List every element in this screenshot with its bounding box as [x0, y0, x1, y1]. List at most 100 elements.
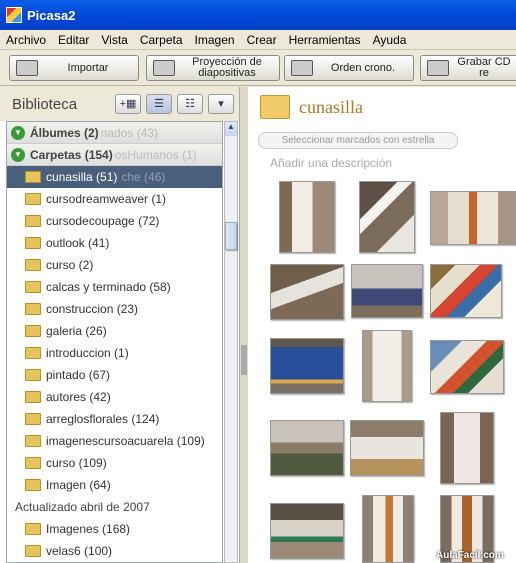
photo-thumbnail[interactable] [270, 503, 344, 559]
photo-thumbnail[interactable] [430, 264, 502, 318]
splitter-grip[interactable] [241, 345, 247, 375]
picasa-icon [6, 7, 22, 23]
photo-thumbnail[interactable] [350, 420, 424, 476]
expand-albums-icon[interactable]: ▼ [11, 125, 25, 140]
folder-item[interactable]: construccion (23) [7, 298, 222, 320]
timeline-icon [291, 60, 313, 76]
folder-icon [25, 193, 41, 205]
folder-item[interactable]: Imagenes (168) [7, 518, 222, 540]
folder-icon [25, 215, 41, 227]
photo-thumbnail[interactable] [279, 181, 335, 253]
folder-icon [25, 435, 41, 447]
folder-item[interactable]: outlook (41) [7, 232, 222, 254]
scrollbar-thumb[interactable] [225, 222, 237, 250]
folders-ghost-text: osHumanos (1) [114, 147, 197, 162]
album-panel: cunasilla Seleccionar marcados con estre… [248, 87, 516, 563]
folder-item[interactable]: imagenescursoacuarela (109) [7, 430, 222, 452]
folder-label: velas6 (100) [46, 544, 113, 558]
photo-thumbnail[interactable] [351, 264, 423, 318]
folders-group[interactable]: ▼ Carpetas (154) osHumanos (1) [7, 144, 222, 166]
tree-view-button[interactable]: ☷ [177, 94, 203, 114]
folder-item[interactable]: pintado (67) [7, 364, 222, 386]
expand-folders-icon[interactable]: ▼ [11, 147, 25, 162]
album-header: cunasilla [260, 95, 363, 119]
photo-thumbnail[interactable] [430, 191, 516, 245]
folder-item[interactable]: autores (42) [7, 386, 222, 408]
window-title: Picasa2 [27, 7, 76, 23]
camera-icon [16, 60, 38, 76]
folder-label: cursodreamweaver (1) [46, 192, 167, 206]
menu-bar: Archivo Editar Vista Carpeta Imagen Crea… [0, 30, 516, 50]
folder-label: arreglosflorales (124) [46, 412, 160, 426]
folder-item[interactable]: curso (2) [7, 254, 222, 276]
slideshow-button[interactable]: Proyección de diapositivas [146, 55, 280, 81]
folder-label: curso (109) [46, 456, 107, 470]
folder-item[interactable]: arreglosflorales (124) [7, 408, 222, 430]
menu-imagen[interactable]: Imagen [189, 33, 241, 47]
folder-icon [25, 391, 41, 403]
menu-carpeta[interactable]: Carpeta [134, 33, 189, 47]
folder-item[interactable]: curso (109) [7, 452, 222, 474]
photo-thumbnail[interactable] [270, 338, 344, 394]
folder-label: outlook (41) [46, 236, 110, 250]
folder-tree: ▼ Álbumes (2) nados (43) ▼ Carpetas (154… [6, 121, 223, 563]
section-label: Actualizado abril de 2007 [15, 500, 150, 514]
new-album-button[interactable]: +▦ [115, 94, 141, 114]
select-starred-button[interactable]: Seleccionar marcados con estrella [258, 132, 458, 149]
folder-item[interactable]: cursodreamweaver (1) [7, 188, 222, 210]
import-button[interactable]: Importar [9, 55, 139, 81]
menu-crear[interactable]: Crear [241, 33, 283, 47]
albums-group-label: Álbumes (2) [30, 125, 99, 140]
toolbar: Importar Proyección de diapositivas Orde… [0, 51, 516, 86]
menu-archivo[interactable]: Archivo [0, 33, 52, 47]
folder-item[interactable]: cursodecoupage (72) [7, 210, 222, 232]
burn-cd-button[interactable]: Grabar CD re [420, 55, 516, 81]
albums-group[interactable]: ▼ Álbumes (2) nados (43) [7, 122, 222, 144]
photo-thumbnail[interactable] [440, 412, 494, 484]
photo-thumbnail[interactable] [362, 495, 414, 563]
list-view-button[interactable]: ☰ [146, 94, 172, 114]
folder-item[interactable]: velas6 (100) [7, 540, 222, 562]
folder-label: pintado (67) [46, 368, 111, 382]
album-description[interactable]: Añadir una descripción [270, 156, 392, 170]
photo-thumbnail[interactable] [359, 181, 415, 253]
folder-icon [25, 281, 41, 293]
photo-thumbnail[interactable] [270, 264, 344, 320]
timeline-button[interactable]: Orden crono. [284, 55, 414, 81]
library-title: Biblioteca [12, 95, 78, 113]
folder-item[interactable]: galeria (26) [7, 320, 222, 342]
folder-icon [25, 369, 41, 381]
folder-tree-scrollbar[interactable]: ▲ [224, 121, 238, 563]
folder-icon [25, 479, 41, 491]
folder-label: cunasilla (51) [46, 170, 118, 184]
folder-item[interactable]: calcas y terminado (58) [7, 276, 222, 298]
menu-vista[interactable]: Vista [95, 33, 133, 47]
folder-label: imagenescursoacuarela (109) [46, 434, 205, 448]
scroll-up-icon[interactable]: ▲ [225, 122, 237, 136]
slideshow-icon [153, 60, 175, 76]
timeline-label: Orden crono. [330, 61, 396, 74]
menu-editar[interactable]: Editar [52, 33, 95, 47]
burn-cd-label: Grabar CD re [457, 56, 511, 79]
menu-ayuda[interactable]: Ayuda [367, 33, 413, 47]
folder-item[interactable]: introduccion (1) [7, 342, 222, 364]
photo-thumbnail[interactable] [362, 330, 412, 402]
folder-icon [25, 259, 41, 271]
menu-herramientas[interactable]: Herramientas [283, 33, 367, 47]
photo-thumbnail[interactable] [430, 340, 504, 394]
folder-icon [25, 237, 41, 249]
folder-label: introduccion (1) [46, 346, 129, 360]
panel-splitter[interactable] [240, 87, 248, 563]
folder-item[interactable]: Imagen (64) [7, 474, 222, 496]
folder-icon [25, 523, 41, 535]
folder-item[interactable]: cunasilla (51) che (46) [7, 166, 222, 188]
folder-label: calcas y terminado (58) [46, 280, 171, 294]
album-title[interactable]: cunasilla [299, 97, 363, 118]
photo-thumbnail[interactable] [270, 420, 344, 476]
folder-label: construccion (23) [46, 302, 139, 316]
view-options-button[interactable]: ▾ [208, 94, 234, 114]
date-section-header: Actualizado abril de 2007 [7, 496, 222, 518]
selected-ghost-text: che (46) [121, 170, 166, 184]
library-header: Biblioteca +▦ ☰ ☷ ▾ [0, 87, 239, 121]
folder-icon [25, 457, 41, 469]
